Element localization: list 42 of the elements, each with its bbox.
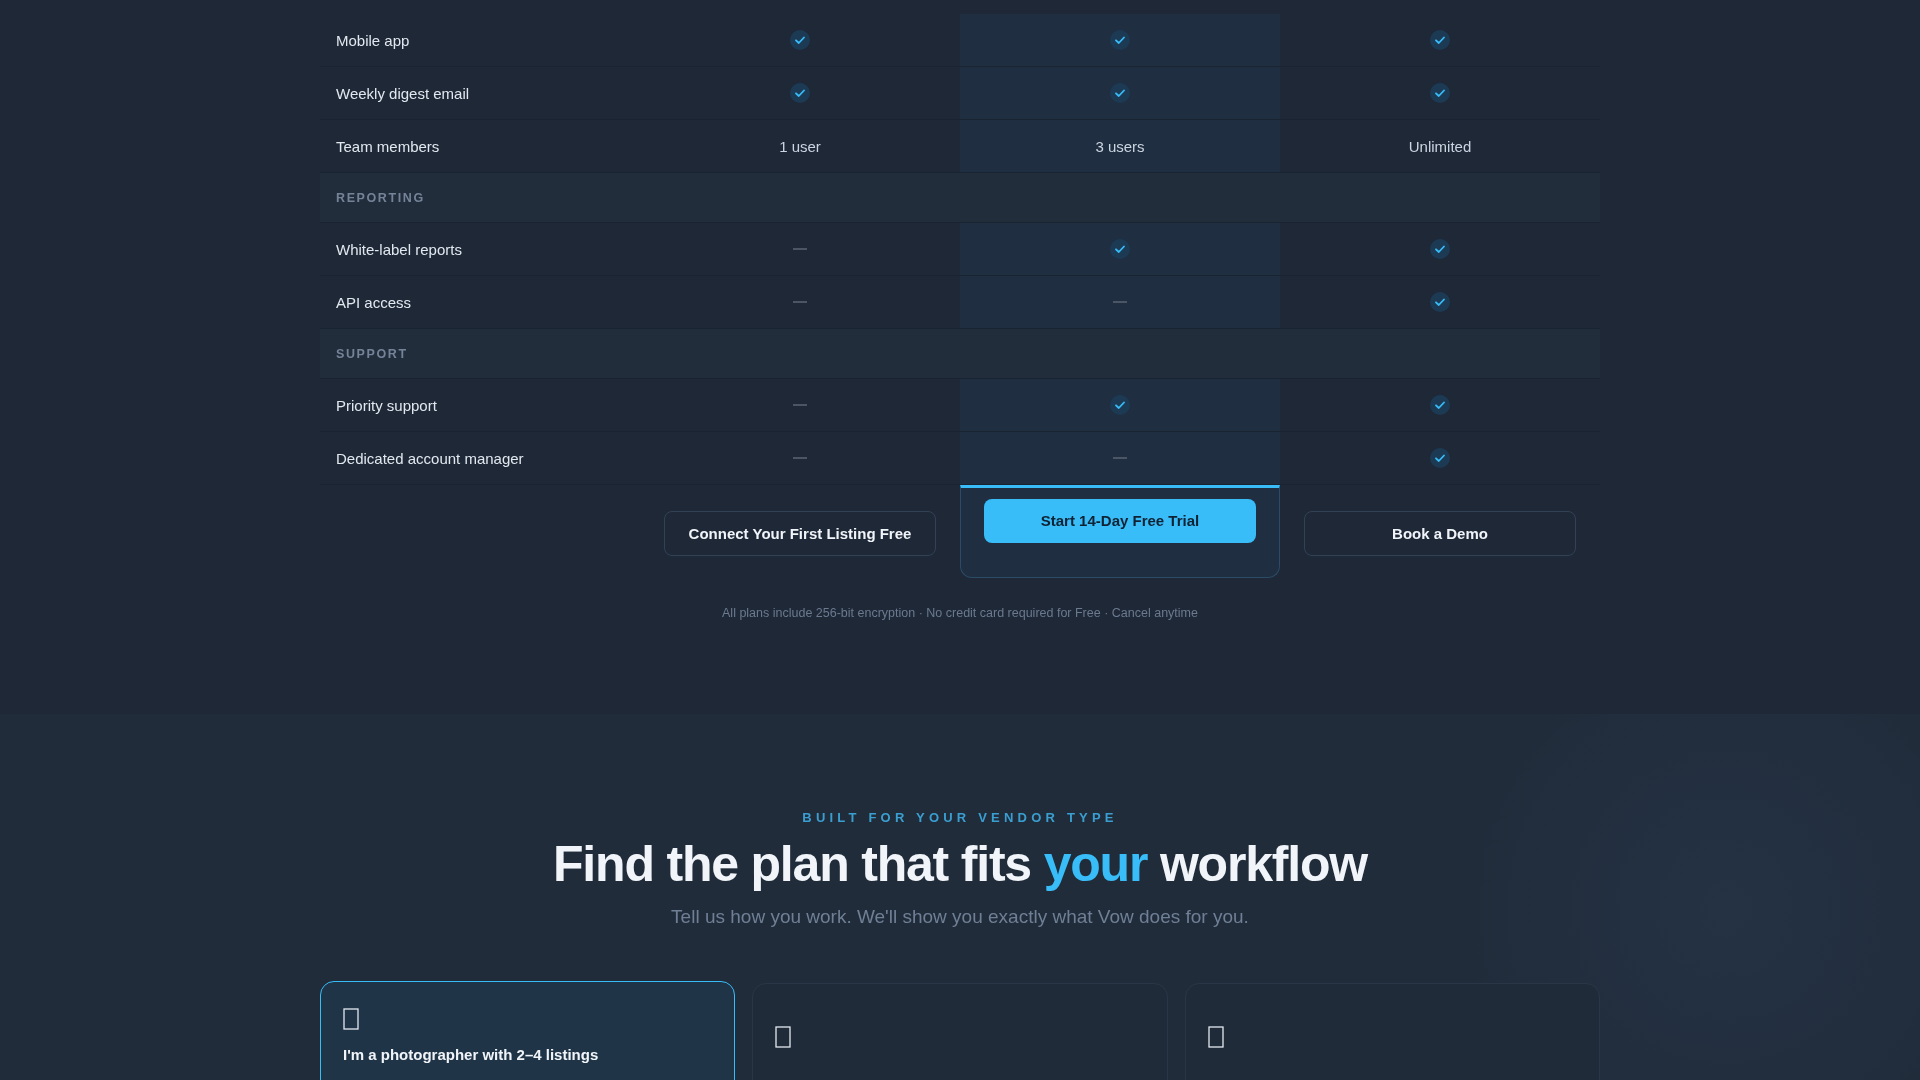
dash-icon <box>793 247 807 251</box>
check-icon <box>790 30 810 50</box>
check-icon <box>1430 292 1450 312</box>
plan-button[interactable]: Book a Demo <box>1304 511 1576 556</box>
check-icon <box>1110 239 1130 259</box>
feature-label: Priority support <box>336 396 437 414</box>
dash-icon <box>1113 456 1127 460</box>
check-icon <box>1430 239 1450 259</box>
check-icon <box>1110 83 1130 103</box>
check-icon <box>1430 395 1450 415</box>
dash-icon <box>793 456 807 460</box>
feature-label: Team members <box>336 137 440 155</box>
section-heading: REPORTING <box>336 190 425 205</box>
section-subtitle: Tell us how you work. We'll show you exactly what Vow does for you. <box>670 906 1250 928</box>
section-heading: SUPPORT <box>336 346 408 361</box>
check-icon <box>1110 30 1130 50</box>
feature-label: Mobile app <box>336 31 410 49</box>
feature-label: White-label reports <box>336 240 462 258</box>
card-title: I'm a photographer with 2–4 listings <box>343 1046 600 1063</box>
feature-label: API access <box>336 293 412 311</box>
section-heading: Find the plan that fits your workflow <box>552 837 1369 892</box>
dash-icon <box>793 403 807 407</box>
check-icon <box>790 83 810 103</box>
check-icon <box>1430 30 1450 50</box>
check-icon <box>1110 395 1130 415</box>
feature-label: Dedicated account manager <box>336 449 524 467</box>
dash-icon <box>1113 300 1127 304</box>
plan-button[interactable]: Connect Your First Listing Free <box>664 511 936 556</box>
feature-label: Weekly digest email <box>336 84 470 102</box>
rectangle-icon <box>1207 1026 1224 1048</box>
table-cell: 1 user <box>779 137 821 155</box>
table-cell: Unlimited <box>1408 137 1472 155</box>
dash-icon <box>793 300 807 304</box>
rectangle-icon <box>343 1008 359 1030</box>
check-icon <box>1430 448 1450 468</box>
vendor-card[interactable]: I'm a photographer with 2–4 listings <box>320 981 736 1080</box>
rectangle-icon <box>775 1026 792 1048</box>
table-cell: 3 users <box>1095 137 1145 155</box>
eyebrow-label: BUILT FOR YOUR VENDOR TYPE <box>801 810 1119 825</box>
plan-button[interactable]: Start 14-Day Free Trial <box>984 498 1256 543</box>
check-icon <box>1430 83 1450 103</box>
footnote: All plans include 256-bit encryption · No credit card required for Free · Cancel anytime <box>721 606 1199 620</box>
